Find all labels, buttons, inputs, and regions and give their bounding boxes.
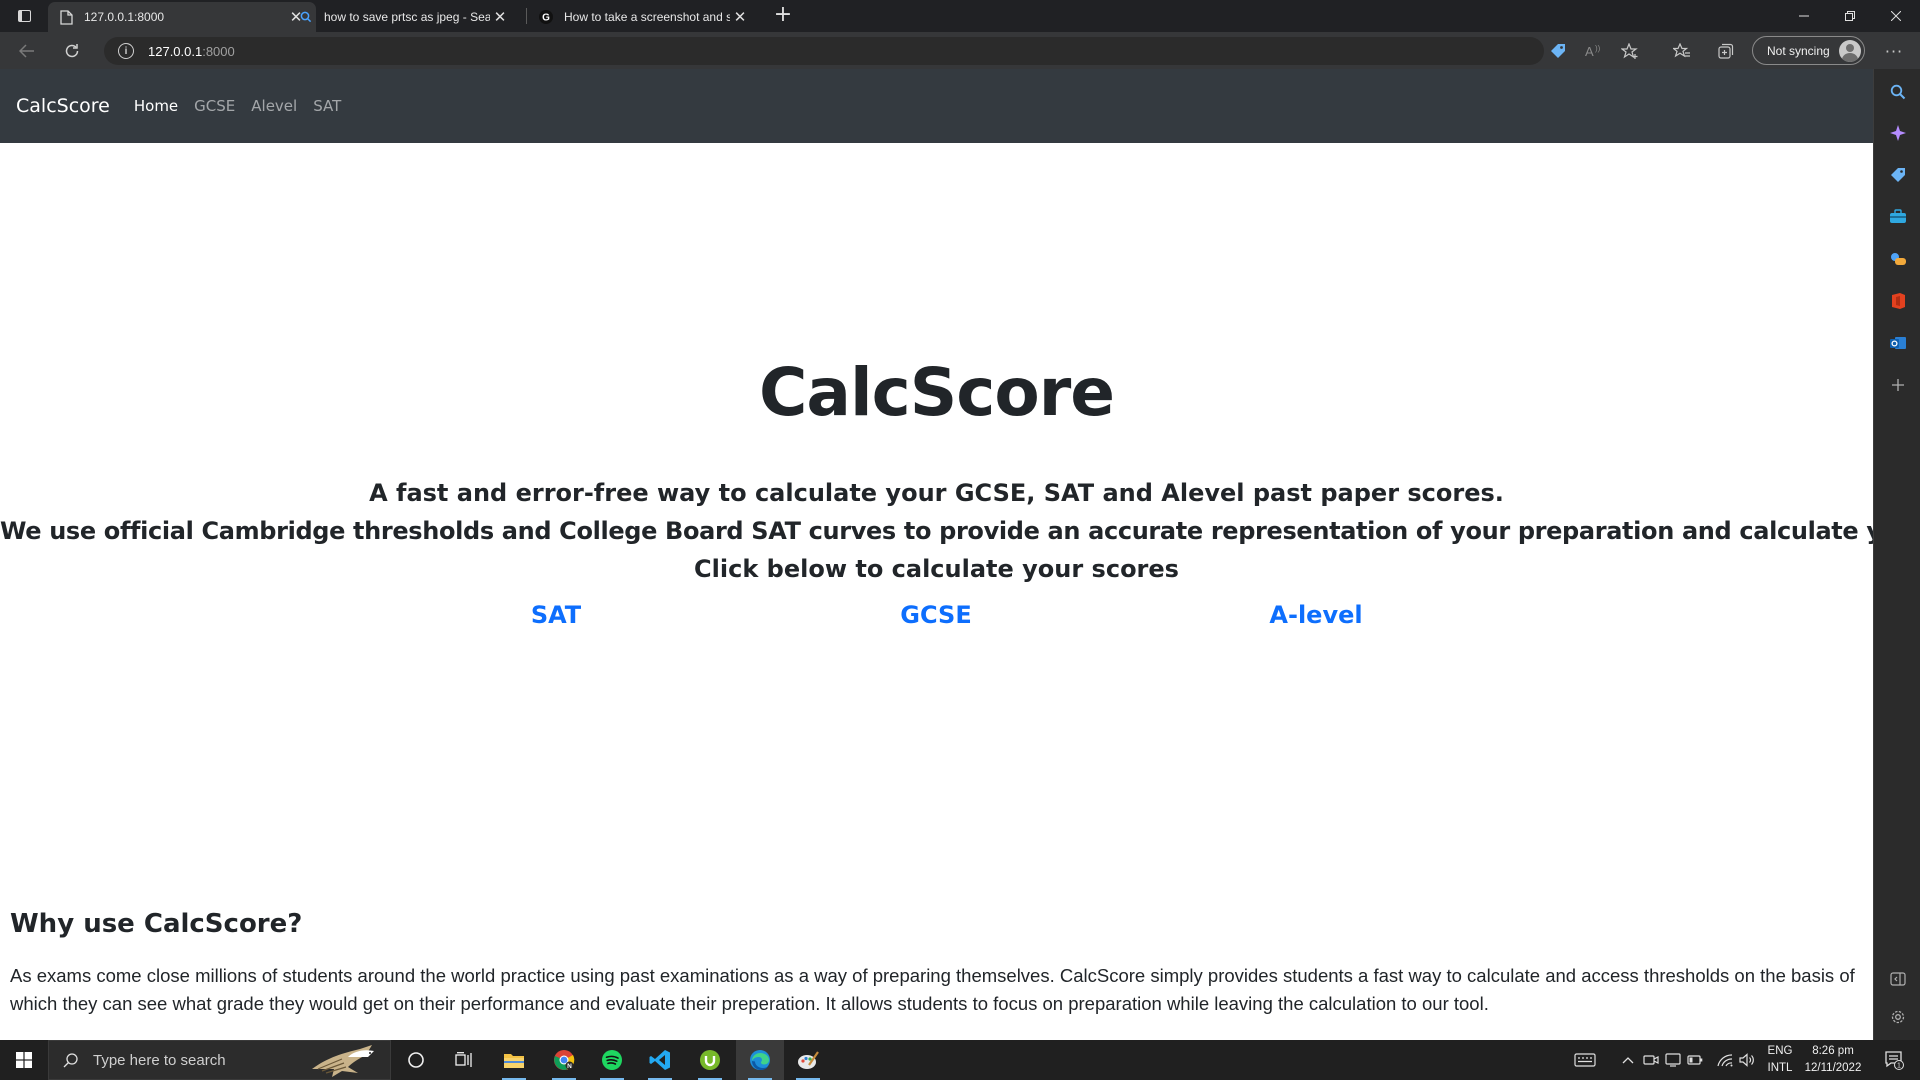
favorites-icon[interactable]: [1668, 37, 1696, 65]
url-text: 127.0.0.1:8000: [148, 43, 235, 59]
new-tab-button[interactable]: +: [770, 3, 796, 29]
hero-lead-line: A fast and error-free way to calculate y…: [369, 479, 1504, 507]
notification-count: 1: [1897, 1063, 1901, 1070]
clock-time: 8:26 pm: [1812, 1045, 1854, 1057]
discover-icon[interactable]: [1887, 122, 1909, 144]
clock-date: 12/11/2022: [1804, 1062, 1862, 1074]
keyboard-layout: INTL: [1767, 1062, 1793, 1074]
eagle-search-highlight-icon: [312, 1045, 374, 1077]
edge-icon[interactable]: [736, 1040, 784, 1080]
tools-icon[interactable]: [1887, 206, 1909, 228]
collections-icon[interactable]: [1712, 37, 1740, 65]
google-icon: G: [538, 9, 554, 25]
profile-sync-button[interactable]: Not syncing: [1752, 36, 1865, 65]
windows-taskbar: Type here to search N ENG INTL 8:26 pm 1…: [0, 1040, 1920, 1080]
svg-text:A: A: [1585, 44, 1594, 58]
coupons-icon[interactable]: [1544, 37, 1572, 65]
games-icon[interactable]: [1887, 248, 1909, 270]
spotify-icon[interactable]: [588, 1040, 636, 1080]
volume-icon[interactable]: [1736, 1040, 1758, 1080]
hero-lead-line: We use official Cambridge thresholds and…: [0, 517, 1873, 545]
svg-text:)): )): [1595, 44, 1601, 53]
tab-localhost[interactable]: 127.0.0.1:8000 ✕: [48, 2, 316, 32]
cortana-icon[interactable]: [392, 1040, 440, 1080]
calculator-links: SAT GCSE A-level: [0, 601, 1873, 635]
why-paragraph: As exams come close millions of students…: [10, 965, 1855, 1014]
nav-link-alevel[interactable]: Alevel: [251, 97, 297, 115]
tab-actions-icon[interactable]: [16, 8, 32, 24]
search-icon: [298, 9, 314, 25]
outlook-icon[interactable]: [1887, 332, 1909, 354]
why-heading: Why use CalcScore?: [10, 909, 303, 939]
search-icon: [63, 1053, 78, 1068]
hide-sidebar-icon[interactable]: [1887, 968, 1909, 990]
svg-text:G: G: [542, 13, 550, 24]
nav-link-home[interactable]: Home: [134, 97, 178, 115]
nav-links: Home GCSE Alevel SAT: [134, 97, 357, 115]
nav-link-gcse[interactable]: GCSE: [194, 97, 235, 115]
more-options-icon[interactable]: ···: [1880, 37, 1908, 65]
tab-search[interactable]: how to save prtsc as jpeg - Search ✕: [288, 2, 520, 32]
search-placeholder: Type here to search: [93, 1051, 226, 1069]
read-aloud-icon[interactable]: A)): [1580, 37, 1608, 65]
hero-lead-line: Click below to calculate your scores: [694, 555, 1179, 583]
windows-logo-icon: [16, 1052, 32, 1068]
add-icon[interactable]: [1887, 374, 1909, 396]
file-explorer-icon[interactable]: [490, 1040, 538, 1080]
add-favorite-icon[interactable]: [1616, 37, 1644, 65]
paint-icon[interactable]: [784, 1040, 832, 1080]
hero-title: CalcScore: [758, 354, 1115, 431]
gcse-link[interactable]: GCSE: [900, 601, 971, 629]
office-icon[interactable]: [1887, 290, 1909, 312]
site-brand[interactable]: CalcScore: [16, 95, 110, 117]
task-view-icon[interactable]: [440, 1040, 488, 1080]
browser-tab-strip: 127.0.0.1:8000 ✕ how to save prtsc as jp…: [0, 0, 1920, 32]
settings-gear-icon[interactable]: [1887, 1006, 1909, 1028]
nav-link-sat[interactable]: SAT: [313, 97, 341, 115]
alevel-link[interactable]: A-level: [1269, 601, 1362, 629]
edge-sidebar: [1873, 69, 1920, 1040]
touch-keyboard-icon[interactable]: [1568, 1040, 1602, 1080]
close-icon[interactable]: ✕: [730, 7, 750, 27]
sync-label: Not syncing: [1767, 43, 1830, 58]
svg-text:N: N: [567, 1063, 572, 1070]
search-icon[interactable]: [1887, 81, 1909, 103]
browser-toolbar: i 127.0.0.1:8000 A)) Not syncing ···: [0, 32, 1920, 69]
meet-now-icon[interactable]: [1640, 1040, 1662, 1080]
restore-button[interactable]: [1827, 0, 1873, 32]
show-hidden-icons-icon[interactable]: [1618, 1040, 1638, 1080]
action-center-icon[interactable]: 1: [1874, 1040, 1914, 1080]
shopping-icon[interactable]: [1887, 164, 1909, 186]
tab-title: 127.0.0.1:8000: [84, 10, 165, 24]
tab-divider: [526, 8, 527, 24]
tab-title: how to save prtsc as jpeg - Search: [324, 10, 490, 24]
site-info-icon[interactable]: i: [118, 43, 134, 59]
avatar-icon: [1839, 40, 1861, 62]
page-icon: [58, 9, 74, 25]
minimize-button[interactable]: [1781, 0, 1827, 32]
back-button[interactable]: [13, 37, 41, 65]
utorrent-icon[interactable]: [686, 1040, 734, 1080]
language-code: ENG: [1767, 1045, 1793, 1057]
close-icon[interactable]: ✕: [490, 7, 510, 27]
address-bar[interactable]: i 127.0.0.1:8000: [104, 37, 1544, 65]
language-indicator[interactable]: ENG INTL: [1762, 1043, 1798, 1077]
taskbar-search-box[interactable]: Type here to search: [48, 1040, 391, 1080]
web-page: CalcScore Home GCSE Alevel SAT CalcScore…: [0, 69, 1873, 1040]
tab-title: How to take a screenshot and save: [564, 10, 730, 24]
taskbar-clock[interactable]: 8:26 pm 12/11/2022: [1798, 1043, 1868, 1077]
tab-google[interactable]: G How to take a screenshot and save ✕: [528, 2, 760, 32]
display-icon[interactable]: [1662, 1040, 1684, 1080]
start-button[interactable]: [0, 1040, 48, 1080]
sat-link[interactable]: SAT: [531, 601, 581, 629]
battery-icon[interactable]: [1684, 1040, 1706, 1080]
wifi-icon[interactable]: [1714, 1040, 1736, 1080]
vscode-icon[interactable]: [636, 1040, 684, 1080]
close-window-button[interactable]: [1873, 0, 1919, 32]
refresh-button[interactable]: [58, 37, 86, 65]
chrome-icon[interactable]: N: [540, 1040, 588, 1080]
site-navbar: CalcScore Home GCSE Alevel SAT: [0, 69, 1873, 143]
